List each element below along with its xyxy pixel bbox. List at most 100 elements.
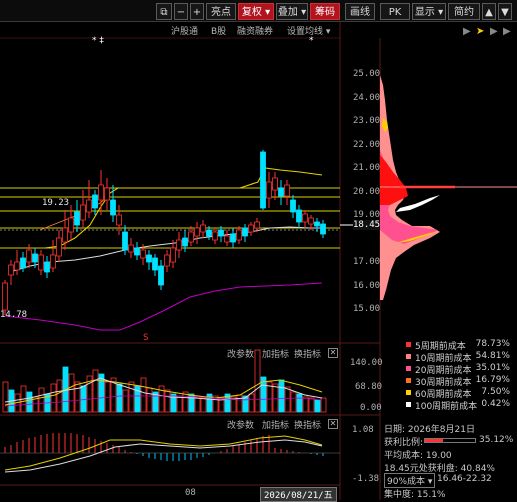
candle-body[interactable]: [26, 249, 32, 263]
candle-body[interactable]: [158, 265, 164, 286]
candle-body[interactable]: [2, 282, 8, 311]
volume-bar[interactable]: [278, 379, 285, 413]
candle-body[interactable]: [128, 244, 134, 253]
volume-bar[interactable]: [200, 397, 207, 413]
volume-bar[interactable]: [254, 349, 261, 413]
macd-close-icon[interactable]: ✕: [328, 419, 338, 429]
volume-bar[interactable]: [308, 397, 315, 413]
candle-body[interactable]: [278, 187, 284, 197]
volume-bar[interactable]: [2, 381, 9, 413]
chip-legend-item[interactable]: 20周期前成本 35.01%: [384, 363, 514, 376]
arrow-up-icon[interactable]: ▲: [482, 3, 496, 20]
volume-bar[interactable]: [74, 381, 81, 413]
sub-item-hk-connect[interactable]: 沪股通: [171, 24, 198, 37]
minus-icon[interactable]: −: [174, 3, 188, 20]
volume-bar[interactable]: [272, 383, 279, 413]
toolbar-button-draw[interactable]: 画线: [345, 3, 375, 20]
event-markers[interactable]: * ‡: [92, 36, 104, 46]
candle-body[interactable]: [32, 253, 38, 263]
candle-body[interactable]: [218, 229, 224, 237]
volume-bar[interactable]: [236, 394, 243, 413]
candle-body[interactable]: [206, 229, 212, 237]
candle-body[interactable]: [182, 237, 188, 247]
arrow-down-icon[interactable]: ▼: [498, 3, 512, 20]
chip-legend-item[interactable]: 100周期前成本 0.42%: [384, 399, 514, 412]
toolbar-button-simple[interactable]: 简约: [448, 3, 480, 20]
volume-bar[interactable]: [176, 395, 183, 413]
volume-bar[interactable]: [128, 381, 135, 413]
candle-body[interactable]: [314, 221, 320, 227]
candle-body[interactable]: [200, 224, 206, 233]
candle-body[interactable]: [164, 254, 170, 267]
candle-body[interactable]: [74, 211, 80, 226]
volume-bar[interactable]: [50, 383, 57, 413]
candle-body[interactable]: [170, 247, 176, 263]
toolbar-button-display[interactable]: 显示 ▾: [412, 3, 446, 20]
candle-body[interactable]: [80, 204, 86, 221]
candle-body[interactable]: [290, 199, 296, 213]
candle-body[interactable]: [212, 231, 218, 241]
candle-body[interactable]: [284, 184, 290, 197]
candle-body[interactable]: [8, 264, 14, 276]
candle-body[interactable]: [308, 217, 314, 225]
volume-bar[interactable]: [284, 386, 291, 413]
candle-body[interactable]: [20, 257, 26, 269]
candle-body[interactable]: [236, 229, 242, 241]
sell-signal-marker[interactable]: S: [143, 333, 148, 343]
candle-body[interactable]: [152, 257, 158, 271]
toolbar-button-chips[interactable]: 筹码: [310, 3, 340, 20]
candle-body[interactable]: [272, 177, 278, 191]
toolbar-button-highlight[interactable]: 亮点: [206, 3, 236, 20]
candle-body[interactable]: [122, 231, 128, 251]
vol-change-params[interactable]: 改参数: [227, 347, 254, 360]
candle-body[interactable]: [44, 261, 50, 273]
play3-icon[interactable]: ▶: [503, 26, 511, 37]
candle-body[interactable]: [104, 187, 110, 201]
volume-bar[interactable]: [26, 391, 33, 413]
macd-add-indicator[interactable]: 加指标: [262, 418, 289, 431]
candle-body[interactable]: [146, 254, 152, 263]
candle-body[interactable]: [248, 224, 254, 233]
play-icon[interactable]: ▶: [463, 26, 471, 37]
chip-legend-item[interactable]: 60周期前成本 7.50%: [384, 387, 514, 400]
candle-body[interactable]: [302, 213, 308, 223]
candle-body[interactable]: [194, 227, 200, 237]
vol-add-indicator[interactable]: 加指标: [262, 347, 289, 360]
candle-body[interactable]: [140, 249, 146, 259]
volume-bar[interactable]: [56, 379, 63, 413]
candle-body[interactable]: [14, 261, 20, 271]
sub-item-b-share[interactable]: B股: [211, 24, 226, 37]
plus-icon[interactable]: +: [190, 3, 204, 20]
volume-bar[interactable]: [140, 377, 147, 413]
volume-bar[interactable]: [122, 389, 129, 413]
toolbar-button-pk[interactable]: PK: [380, 3, 410, 20]
candle-body[interactable]: [254, 221, 260, 229]
chip-legend-item[interactable]: 10周期前成本 54.81%: [384, 351, 514, 364]
candle-body[interactable]: [110, 199, 116, 216]
chip-legend-item[interactable]: 30周期前成本 16.79%: [384, 375, 514, 388]
volume-bar[interactable]: [296, 393, 303, 413]
candle-body[interactable]: [56, 237, 62, 257]
volume-bar[interactable]: [248, 393, 255, 413]
candle-body[interactable]: [260, 151, 266, 209]
volume-bar[interactable]: [80, 385, 87, 413]
volume-bar[interactable]: [92, 369, 99, 413]
window-restore-icon[interactable]: ⧉: [156, 3, 172, 20]
cursor-icon[interactable]: ➤: [476, 26, 484, 37]
candle-body[interactable]: [98, 184, 104, 201]
volume-bar[interactable]: [68, 373, 75, 413]
candle-body[interactable]: [266, 181, 272, 199]
candle-body[interactable]: [38, 254, 44, 271]
sub-item-margin[interactable]: 融资融券: [237, 24, 273, 37]
vol-switch-indicator[interactable]: 换指标: [294, 347, 321, 360]
candle-body[interactable]: [134, 247, 140, 256]
candle-body[interactable]: [116, 214, 122, 226]
vol-close-icon[interactable]: ✕: [328, 348, 338, 358]
volume-bar[interactable]: [146, 387, 153, 413]
volume-bar[interactable]: [164, 389, 171, 413]
cost-select[interactable]: 90%成本 ▾: [384, 473, 436, 488]
volume-bar[interactable]: [38, 387, 45, 413]
play2-icon[interactable]: ▶: [490, 26, 498, 37]
macd-change-params[interactable]: 改参数: [227, 418, 254, 431]
chip-legend-item[interactable]: 5周期前成本 78.73%: [384, 339, 514, 352]
